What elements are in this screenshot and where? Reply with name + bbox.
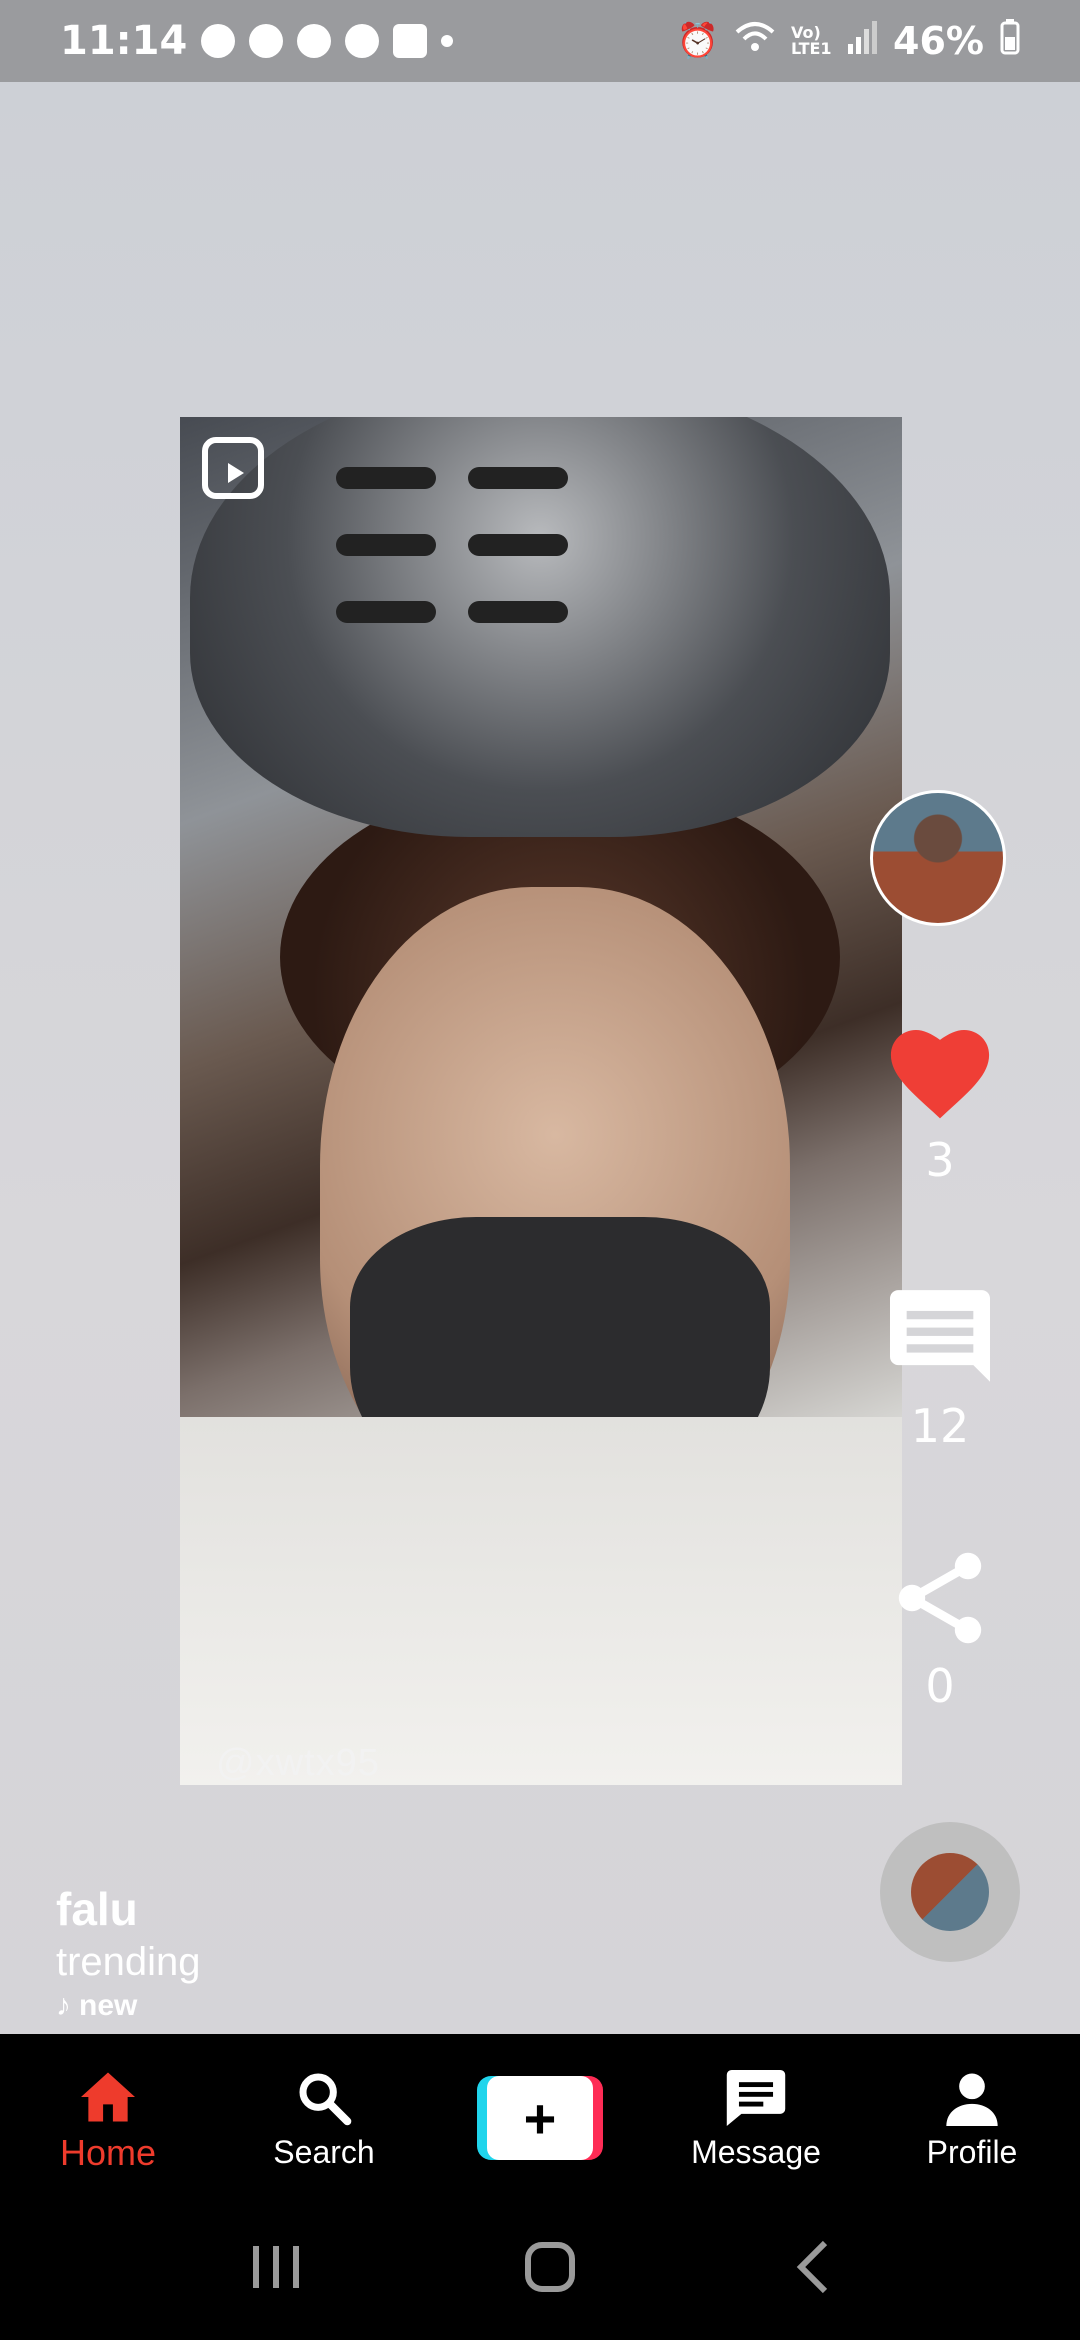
status-right: ⏰ Vo) LTE1 46% bbox=[676, 18, 1020, 64]
comment-icon bbox=[890, 1290, 990, 1382]
caption-music[interactable]: ♪ new bbox=[56, 1989, 201, 2023]
status-left: 11:14 bbox=[60, 18, 454, 64]
ai-icon bbox=[249, 24, 284, 58]
app-icon bbox=[393, 24, 428, 58]
video-watermark: @xwtx95 bbox=[216, 1742, 380, 1784]
bottom-nav: Home Search + Message Profile bbox=[0, 2034, 1080, 2194]
caption: falu trending ♪ new bbox=[56, 1882, 201, 2023]
system-nav-bar bbox=[0, 2194, 1080, 2340]
nav-message[interactable]: Message bbox=[648, 2034, 864, 2171]
music-disc-artwork bbox=[911, 1853, 989, 1931]
video-content-helmet bbox=[190, 417, 890, 837]
create-button[interactable]: + bbox=[477, 2076, 603, 2160]
ai-icon bbox=[297, 24, 332, 58]
alarm-icon: ⏰ bbox=[676, 21, 720, 61]
whatsapp-icon bbox=[201, 24, 236, 58]
nav-home[interactable]: Home bbox=[0, 2034, 216, 2174]
profile-icon bbox=[946, 2073, 998, 2126]
nav-profile-label: Profile bbox=[926, 2134, 1018, 2170]
recent-apps-icon[interactable] bbox=[247, 2242, 307, 2292]
share-button[interactable]: 0 bbox=[880, 1550, 1000, 1713]
wifi-icon bbox=[735, 20, 775, 63]
like-count: 3 bbox=[925, 1133, 955, 1187]
notification-icons bbox=[201, 24, 454, 58]
heart-icon bbox=[890, 1030, 990, 1119]
facebook-icon bbox=[345, 24, 380, 58]
share-icon bbox=[898, 1552, 982, 1644]
nav-search[interactable]: Search bbox=[216, 2034, 432, 2171]
search-icon bbox=[299, 2073, 352, 2126]
status-bar: 11:14 ⏰ Vo) LTE1 46% bbox=[0, 0, 1080, 82]
video-content-shirt bbox=[180, 1417, 902, 1785]
network-label: Vo) LTE1 bbox=[791, 23, 832, 58]
nav-create[interactable]: + bbox=[432, 2034, 648, 2160]
music-note-icon: ♪ bbox=[56, 1989, 71, 2022]
nav-search-label: Search bbox=[273, 2134, 375, 2170]
nav-profile[interactable]: Profile bbox=[864, 2034, 1080, 2171]
share-count: 0 bbox=[925, 1659, 955, 1713]
back-icon[interactable] bbox=[793, 2239, 833, 2295]
comment-button[interactable]: 12 bbox=[880, 1290, 1000, 1453]
caption-username[interactable]: falu bbox=[56, 1882, 201, 1936]
reels-icon bbox=[202, 437, 264, 499]
message-icon bbox=[726, 2070, 786, 2126]
battery-icon bbox=[1000, 18, 1020, 64]
like-button[interactable]: 3 bbox=[880, 1030, 1000, 1187]
video-player[interactable] bbox=[180, 417, 902, 1785]
caption-description: trending bbox=[56, 1940, 201, 1984]
home-system-icon[interactable] bbox=[522, 2239, 578, 2295]
music-disc[interactable] bbox=[880, 1822, 1020, 1962]
creator-avatar[interactable] bbox=[870, 790, 1006, 926]
status-time: 11:14 bbox=[60, 18, 188, 64]
home-icon bbox=[81, 2072, 135, 2122]
signal-icon bbox=[847, 19, 878, 63]
battery-percent: 46% bbox=[893, 19, 984, 63]
music-title: new bbox=[79, 1989, 138, 2022]
nav-home-label: Home bbox=[59, 2132, 157, 2173]
more-notifications-dot bbox=[441, 35, 454, 47]
comment-count: 12 bbox=[910, 1399, 970, 1453]
nav-message-label: Message bbox=[691, 2134, 821, 2170]
plus-icon: + bbox=[487, 2076, 593, 2160]
